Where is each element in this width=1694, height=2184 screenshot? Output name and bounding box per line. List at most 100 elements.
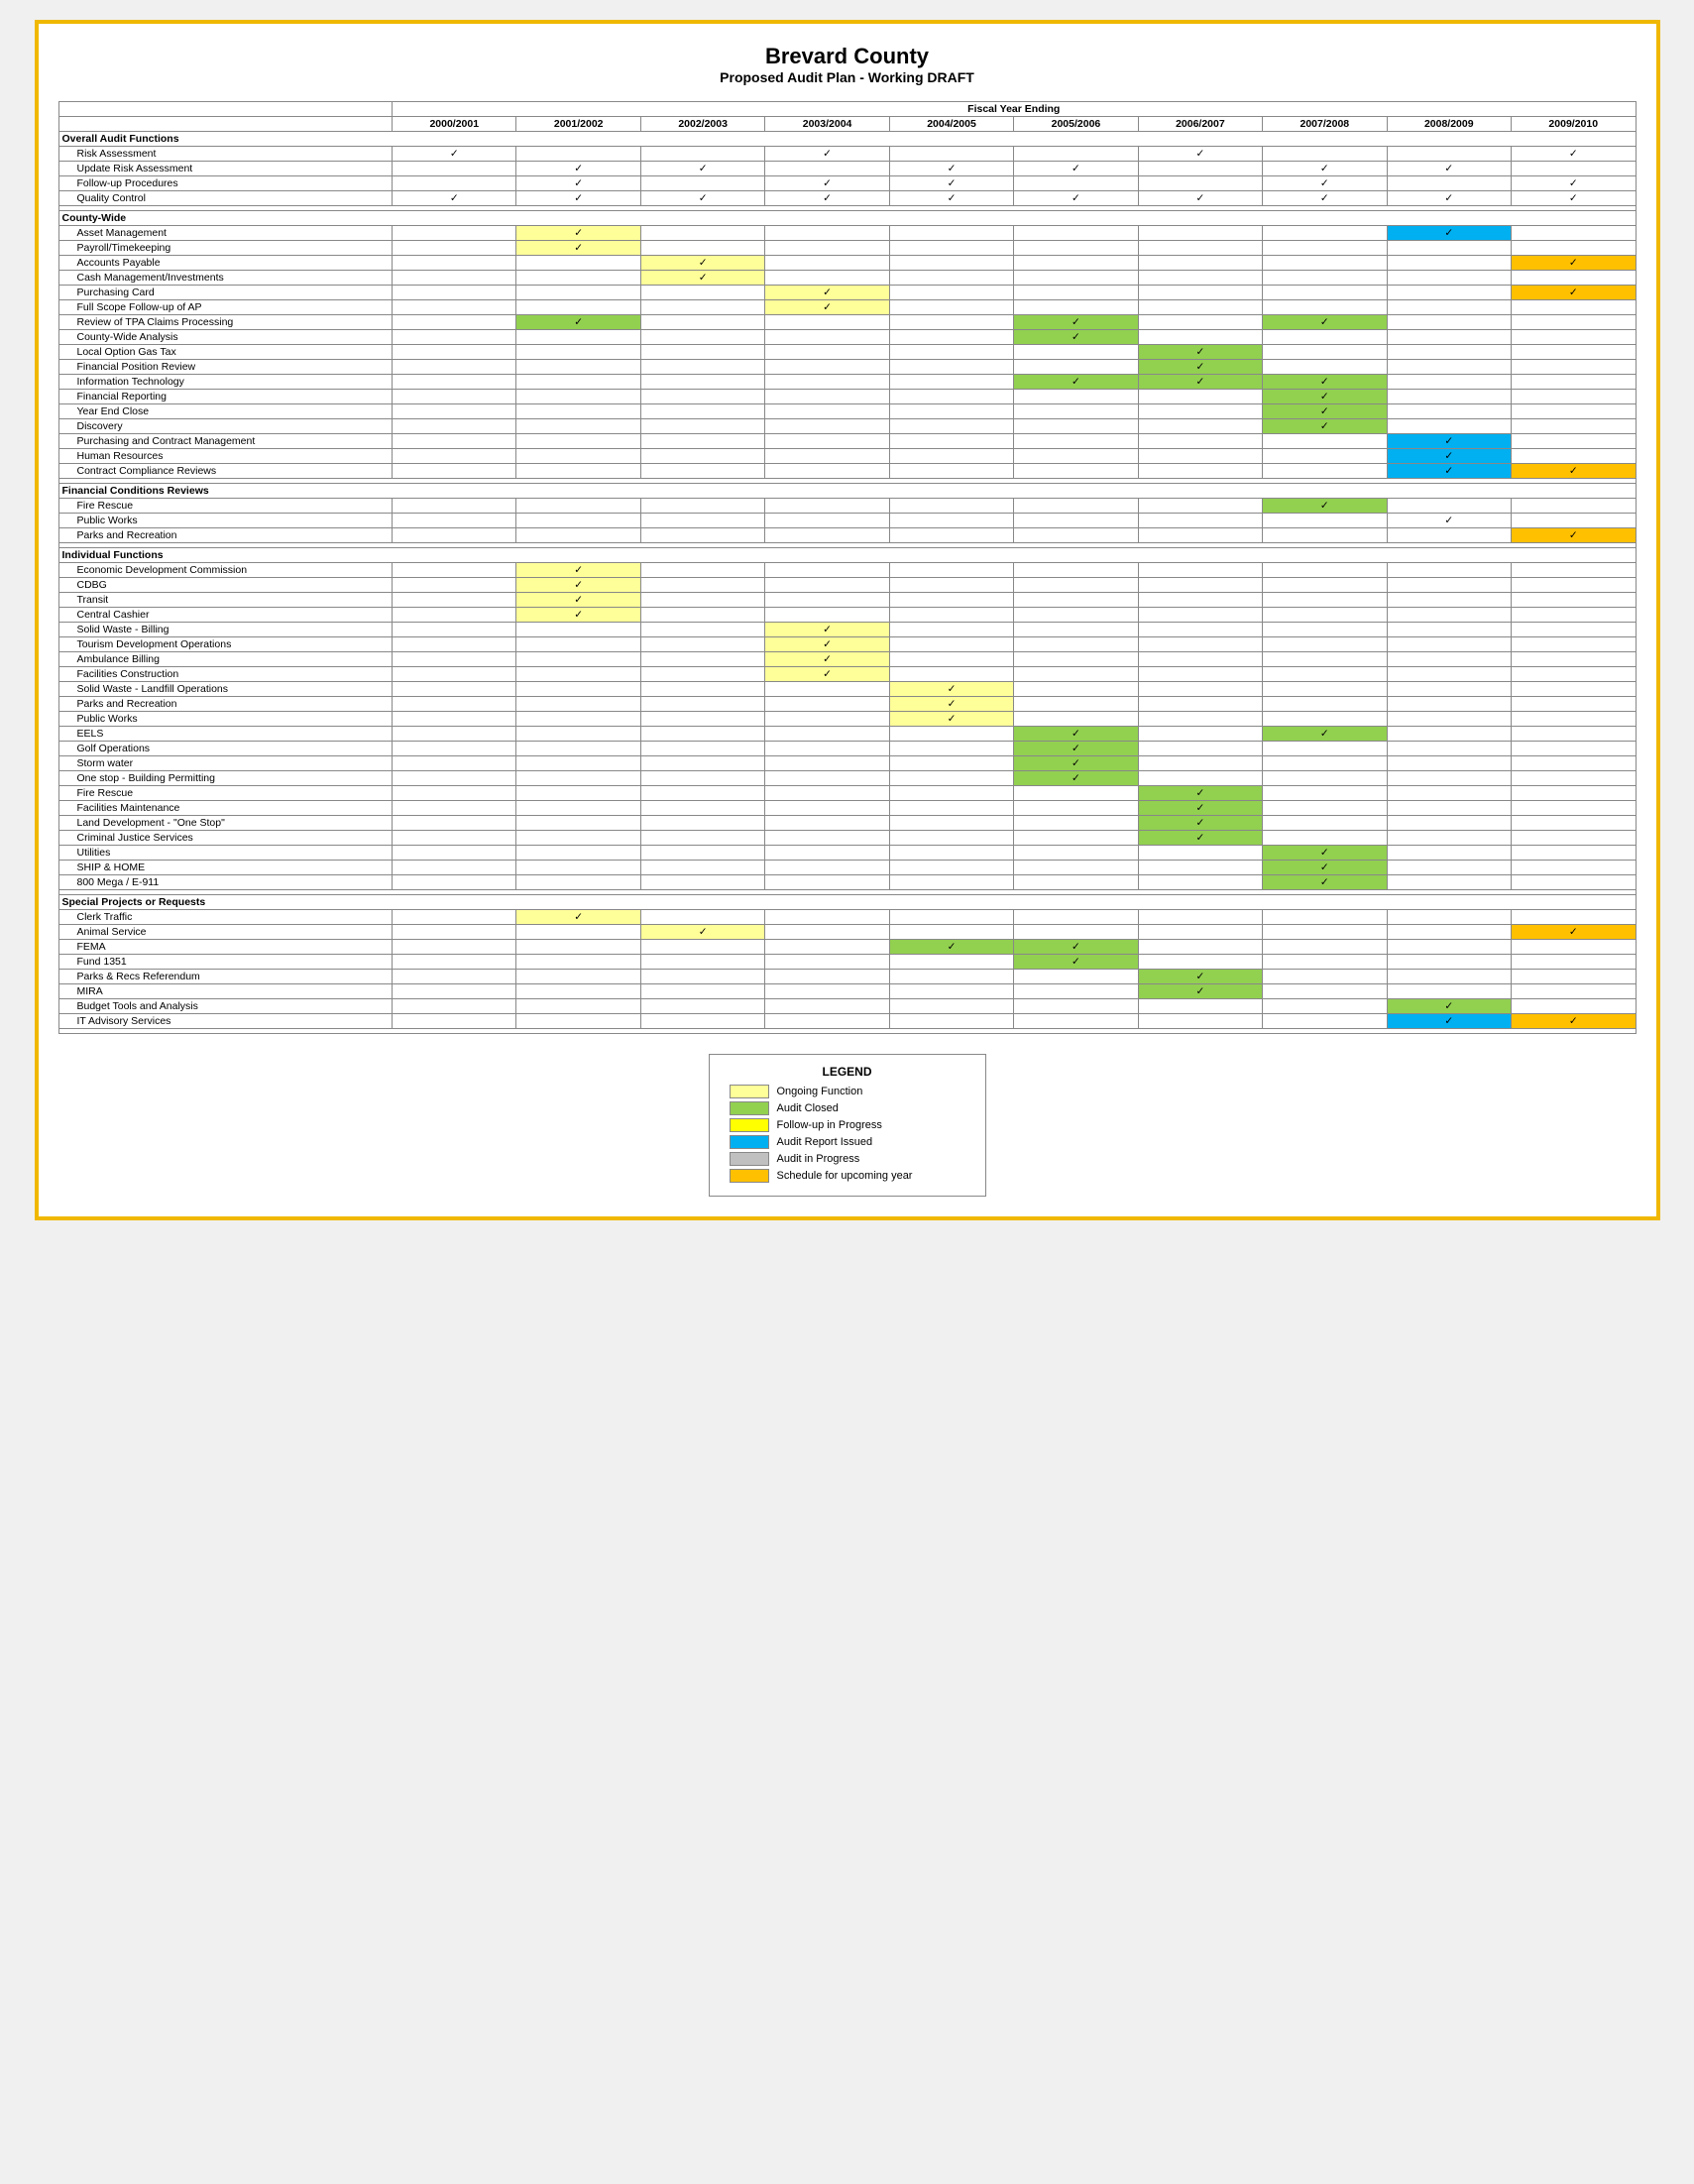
year-col-9: 2008/2009 [1387, 117, 1511, 132]
cell-0 [393, 846, 516, 861]
cell-8 [1387, 241, 1511, 256]
cell-2 [640, 742, 764, 756]
category-label: Overall Audit Functions [58, 132, 1636, 147]
legend-swatch [730, 1085, 769, 1098]
table-row: Transit✓ [58, 593, 1636, 608]
cell-1: ✓ [516, 315, 640, 330]
cell-7: ✓ [1263, 176, 1387, 191]
cell-9 [1511, 999, 1636, 1014]
cell-3 [765, 984, 889, 999]
row-label: Update Risk Assessment [58, 162, 393, 176]
cell-6 [1138, 623, 1262, 637]
cell-3 [765, 241, 889, 256]
cell-9: ✓ [1511, 925, 1636, 940]
cell-0 [393, 771, 516, 786]
cell-9 [1511, 984, 1636, 999]
cell-7 [1263, 742, 1387, 756]
cell-9 [1511, 226, 1636, 241]
cell-2 [640, 756, 764, 771]
category-row: County-Wide [58, 211, 1636, 226]
table-row: Review of TPA Claims Processing✓✓✓ [58, 315, 1636, 330]
cell-2 [640, 315, 764, 330]
cell-8 [1387, 528, 1511, 543]
cell-0 [393, 226, 516, 241]
cell-7 [1263, 955, 1387, 970]
cell-2 [640, 375, 764, 390]
table-row: Purchasing Card✓✓ [58, 286, 1636, 300]
cell-9 [1511, 375, 1636, 390]
fiscal-year-header: Fiscal Year Ending [393, 102, 1636, 117]
cell-2: ✓ [640, 191, 764, 206]
cell-7 [1263, 464, 1387, 479]
cell-5 [1014, 563, 1138, 578]
cell-8 [1387, 682, 1511, 697]
cell-6 [1138, 256, 1262, 271]
cell-5: ✓ [1014, 742, 1138, 756]
category-row: Individual Functions [58, 548, 1636, 563]
row-label: Purchasing and Contract Management [58, 434, 393, 449]
cell-7 [1263, 593, 1387, 608]
row-label: Asset Management [58, 226, 393, 241]
cell-2 [640, 593, 764, 608]
cell-8 [1387, 712, 1511, 727]
cell-0 [393, 375, 516, 390]
cell-8 [1387, 345, 1511, 360]
table-row: Criminal Justice Services✓ [58, 831, 1636, 846]
cell-5 [1014, 875, 1138, 890]
cell-8: ✓ [1387, 464, 1511, 479]
cell-8 [1387, 875, 1511, 890]
cell-2 [640, 712, 764, 727]
cell-8 [1387, 771, 1511, 786]
row-label: Local Option Gas Tax [58, 345, 393, 360]
row-label: Payroll/Timekeeping [58, 241, 393, 256]
row-label: Economic Development Commission [58, 563, 393, 578]
cell-4 [889, 345, 1013, 360]
cell-8 [1387, 970, 1511, 984]
cell-5 [1014, 176, 1138, 191]
cell-0 [393, 801, 516, 816]
cell-2 [640, 464, 764, 479]
legend-label: Audit Closed [777, 1102, 839, 1114]
cell-3 [765, 419, 889, 434]
cell-5 [1014, 623, 1138, 637]
table-row: Full Scope Follow-up of AP✓ [58, 300, 1636, 315]
cell-7 [1263, 1014, 1387, 1029]
legend-label: Follow-up in Progress [777, 1119, 882, 1131]
cell-1 [516, 390, 640, 404]
cell-3 [765, 375, 889, 390]
cell-3 [765, 449, 889, 464]
cell-1: ✓ [516, 578, 640, 593]
row-label: Budget Tools and Analysis [58, 999, 393, 1014]
cell-0 [393, 637, 516, 652]
cell-1 [516, 955, 640, 970]
cell-3 [765, 697, 889, 712]
row-label: Parks and Recreation [58, 697, 393, 712]
cell-9 [1511, 637, 1636, 652]
cell-3 [765, 514, 889, 528]
cell-1 [516, 147, 640, 162]
table-row: Contract Compliance Reviews✓✓ [58, 464, 1636, 479]
category-label: Individual Functions [58, 548, 1636, 563]
cell-2 [640, 286, 764, 300]
cell-5 [1014, 271, 1138, 286]
cell-7 [1263, 623, 1387, 637]
cell-7 [1263, 910, 1387, 925]
cell-8 [1387, 499, 1511, 514]
cell-1 [516, 756, 640, 771]
cell-2 [640, 940, 764, 955]
cell-3: ✓ [765, 191, 889, 206]
cell-8 [1387, 984, 1511, 999]
cell-7: ✓ [1263, 727, 1387, 742]
cell-1 [516, 360, 640, 375]
cell-6 [1138, 910, 1262, 925]
cell-2 [640, 226, 764, 241]
cell-6: ✓ [1138, 801, 1262, 816]
cell-5 [1014, 970, 1138, 984]
cell-5 [1014, 637, 1138, 652]
cell-3 [765, 315, 889, 330]
cell-8: ✓ [1387, 1014, 1511, 1029]
cell-6: ✓ [1138, 360, 1262, 375]
cell-3 [765, 925, 889, 940]
table-row: Facilities Maintenance✓ [58, 801, 1636, 816]
cell-0 [393, 940, 516, 955]
